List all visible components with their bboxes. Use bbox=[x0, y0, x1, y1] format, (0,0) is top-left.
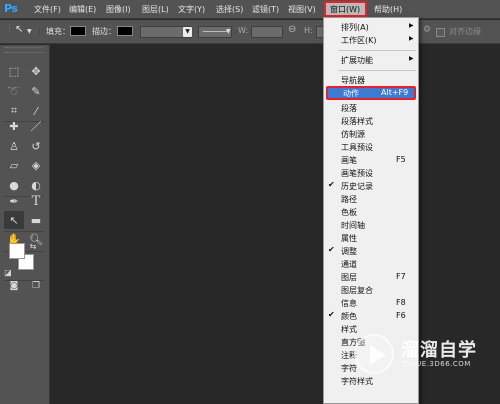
checkmark-icon: ✔ bbox=[328, 310, 335, 319]
w-label: W: bbox=[238, 26, 249, 35]
menu-item-paragraph[interactable]: 段落 bbox=[324, 101, 418, 114]
menu-item-brush-presets[interactable]: 画笔预设 bbox=[324, 166, 418, 179]
grip-icon: ⋮ bbox=[5, 24, 14, 34]
toolbox: ⬚ ✥ ➰ ✎ ⌗ ⁄ ✚ ／ ♙ ↺ ▱ ◈ ● ◐ ✒ T ↖ ▬ ✋ 🔍︎… bbox=[0, 45, 50, 404]
healing-brush-icon[interactable]: ✚ bbox=[4, 117, 24, 135]
tool-preset-arrow-icon[interactable]: ▼ bbox=[27, 28, 32, 35]
watermark-logo-icon bbox=[354, 334, 394, 374]
screen-mode-icon[interactable]: ❐ bbox=[26, 277, 46, 295]
menu-window-label: 窗口(W) bbox=[330, 5, 361, 14]
menu-item-layer-comps[interactable]: 图层复合 bbox=[324, 283, 418, 296]
pen-icon[interactable]: ✒ bbox=[4, 192, 24, 210]
watermark-title: 溜溜自学 bbox=[401, 340, 477, 361]
menu-image[interactable]: 图像(I) bbox=[106, 4, 131, 15]
menu-edit[interactable]: 编辑(E) bbox=[69, 4, 96, 15]
eraser-icon[interactable]: ▱ bbox=[4, 156, 24, 174]
menu-item-info[interactable]: 信息 F8 bbox=[324, 296, 418, 309]
menu-item-brush[interactable]: 画笔 F5 bbox=[324, 153, 418, 166]
link-icon[interactable]: ⊖ bbox=[288, 24, 296, 35]
path-select-icon[interactable]: ↖ bbox=[4, 211, 24, 229]
menu-item-actions[interactable]: 动作 Alt+F9 bbox=[326, 86, 416, 100]
menu-view[interactable]: 视图(V) bbox=[288, 4, 316, 15]
menu-item-channels[interactable]: 通道 bbox=[324, 257, 418, 270]
stroke-swatch[interactable] bbox=[117, 26, 133, 36]
menu-item-adjustments[interactable]: ✔ 调整 bbox=[324, 244, 418, 257]
move-icon[interactable]: ✥ bbox=[26, 62, 46, 80]
fill-label: 填充： bbox=[46, 27, 70, 36]
menu-item-extensions[interactable]: 扩展功能 ▶ bbox=[324, 53, 418, 66]
quick-mask-icon[interactable]: ◙ bbox=[4, 277, 24, 295]
stroke-line-icon bbox=[203, 31, 227, 32]
type-icon[interactable]: T bbox=[26, 192, 46, 210]
menu-help[interactable]: 帮助(H) bbox=[374, 4, 402, 15]
toolbox-grip[interactable] bbox=[4, 47, 44, 53]
menu-item-navigator[interactable]: 导航器 bbox=[324, 73, 418, 86]
watermark-subtitle: ZIXUE.3D66.COM bbox=[403, 360, 471, 368]
menu-item-properties[interactable]: 属性 bbox=[324, 231, 418, 244]
clone-stamp-icon[interactable]: ♙ bbox=[4, 137, 24, 155]
menu-item-workspace[interactable]: 工作区(K) ▶ bbox=[324, 33, 418, 46]
h-label: H: bbox=[304, 26, 313, 35]
history-brush-icon[interactable]: ↺ bbox=[26, 137, 46, 155]
fill-swatch[interactable] bbox=[70, 26, 86, 36]
submenu-arrow-icon: ▶ bbox=[409, 22, 414, 29]
menu-bar: Ps 文件(F) 编辑(E) 图像(I) 图层(L) 文字(Y) 选择(S) 滤… bbox=[0, 0, 500, 19]
menu-separator bbox=[338, 70, 416, 71]
stroke-type-dropdown-icon[interactable]: ▼ bbox=[226, 28, 231, 35]
photoshop-logo: Ps bbox=[4, 2, 18, 15]
checkmark-icon: ✔ bbox=[328, 180, 335, 189]
rectangle-icon[interactable]: ▬ bbox=[26, 211, 46, 229]
separator-icon: | bbox=[38, 26, 41, 35]
menu-filter[interactable]: 滤镜(T) bbox=[252, 4, 279, 15]
menu-item-tool-presets[interactable]: 工具预设 bbox=[324, 140, 418, 153]
menu-item-color[interactable]: ✔ 颜色 F6 bbox=[324, 309, 418, 322]
stroke-width-dropdown-icon[interactable]: ▼ bbox=[183, 27, 192, 37]
menu-item-paths[interactable]: 路径 bbox=[324, 192, 418, 205]
swap-colors-icon[interactable]: ⇆ bbox=[26, 237, 40, 255]
menu-select[interactable]: 选择(S) bbox=[216, 4, 243, 15]
menu-separator bbox=[338, 50, 416, 51]
menu-file[interactable]: 文件(F) bbox=[34, 4, 61, 15]
width-field[interactable] bbox=[251, 26, 283, 38]
checkmark-icon: ✔ bbox=[328, 245, 335, 254]
watermark: 溜溜自学 ZIXUE.3D66.COM bbox=[346, 324, 500, 404]
play-icon bbox=[370, 345, 386, 365]
menu-item-paragraph-styles[interactable]: 段落样式 bbox=[324, 114, 418, 127]
align-edges-checkbox[interactable] bbox=[436, 28, 445, 37]
quick-select-icon[interactable]: ✎ bbox=[26, 82, 46, 100]
align-edges-label: 对齐边缘 bbox=[449, 27, 481, 36]
lasso-icon[interactable]: ➰ bbox=[4, 82, 24, 100]
menu-item-history[interactable]: ✔ 历史记录 bbox=[324, 179, 418, 192]
stroke-label: 描边： bbox=[92, 27, 116, 36]
menu-item-timeline[interactable]: 时间轴 bbox=[324, 218, 418, 231]
menu-item-arrange[interactable]: 排列(A) ▶ bbox=[324, 20, 418, 33]
path-select-tool-icon[interactable]: ↖ bbox=[15, 24, 23, 35]
menu-item-clone-source[interactable]: 仿制源 bbox=[324, 127, 418, 140]
paint-bucket-icon[interactable]: ◈ bbox=[26, 156, 46, 174]
foreground-color-swatch[interactable] bbox=[9, 243, 25, 259]
gear-icon[interactable]: ⚙ bbox=[423, 25, 431, 35]
submenu-arrow-icon: ▶ bbox=[409, 55, 414, 62]
menu-layer[interactable]: 图层(L) bbox=[142, 4, 169, 15]
menu-window[interactable]: 窗口(W) bbox=[324, 1, 367, 17]
menu-item-swatches[interactable]: 色板 bbox=[324, 205, 418, 218]
options-bar: ⋮ ↖ ▼ | 填充： 描边： ▼ ▼ W: ⊖ H: ⚙ 对齐边缘 bbox=[0, 20, 500, 44]
marquee-icon[interactable]: ⬚ bbox=[4, 62, 24, 80]
submenu-arrow-icon: ▶ bbox=[409, 35, 414, 42]
menu-type[interactable]: 文字(Y) bbox=[178, 4, 205, 15]
brush-icon[interactable]: ／ bbox=[26, 117, 46, 135]
menu-item-layers[interactable]: 图层 F7 bbox=[324, 270, 418, 283]
